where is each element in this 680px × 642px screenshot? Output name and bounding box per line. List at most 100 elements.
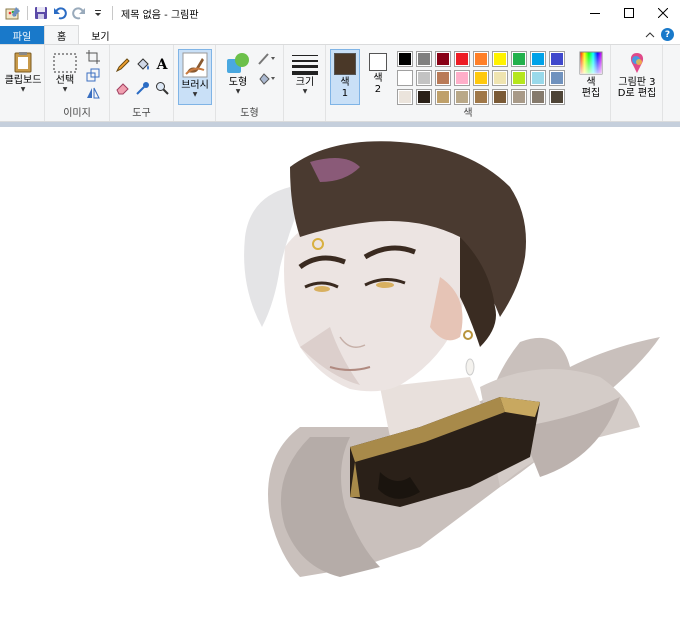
group-tools: A 도구 bbox=[110, 45, 174, 121]
clipboard-button[interactable]: 클립보드 ▼ bbox=[3, 51, 43, 93]
palette-swatch[interactable] bbox=[530, 51, 546, 67]
palette-swatch-color bbox=[512, 52, 526, 66]
collapse-ribbon-icon[interactable] bbox=[645, 31, 655, 39]
tab-home[interactable]: 홈 bbox=[44, 25, 80, 44]
tools-group-label: 도구 bbox=[132, 108, 151, 119]
palette-swatch[interactable] bbox=[416, 70, 432, 86]
palette-swatch[interactable] bbox=[473, 51, 489, 67]
rotate-icon[interactable] bbox=[85, 85, 101, 101]
color-spectrum-icon bbox=[579, 51, 603, 75]
palette-swatch[interactable] bbox=[492, 51, 508, 67]
portrait-drawing bbox=[244, 141, 660, 577]
tab-file[interactable]: 파일 bbox=[0, 26, 44, 44]
edit-colors-button[interactable]: 색 편집 bbox=[573, 51, 609, 99]
palette-swatch-color bbox=[474, 52, 488, 66]
palette-swatch[interactable] bbox=[492, 70, 508, 86]
select-button[interactable]: 선택 ▼ bbox=[49, 53, 81, 93]
palette-swatch[interactable] bbox=[435, 51, 451, 67]
palette-swatch-color bbox=[493, 90, 507, 104]
palette-swatch-color bbox=[474, 71, 488, 85]
paint3d-button[interactable]: 그림판 3 D로 편집 bbox=[613, 51, 661, 99]
palette-swatch[interactable] bbox=[397, 51, 413, 67]
palette-swatch[interactable] bbox=[397, 89, 413, 105]
palette-swatch[interactable] bbox=[454, 70, 470, 86]
palette-swatch-color bbox=[493, 52, 507, 66]
group-shapes: 도형 ▼ 도형 bbox=[216, 45, 284, 121]
drawing-canvas[interactable] bbox=[0, 127, 680, 642]
clipboard-label: 클립보드 bbox=[4, 75, 42, 86]
brushes-button[interactable]: 브러시 ▼ bbox=[178, 49, 212, 105]
clipboard-icon bbox=[14, 52, 32, 73]
palette-swatch[interactable] bbox=[435, 70, 451, 86]
paint-app-icon[interactable] bbox=[4, 4, 22, 22]
palette-swatch[interactable] bbox=[473, 89, 489, 105]
palette-swatch-color bbox=[436, 90, 450, 104]
palette-swatch[interactable] bbox=[492, 89, 508, 105]
colors-group-label: 색 bbox=[463, 108, 473, 119]
magnifier-icon[interactable] bbox=[154, 80, 170, 96]
undo-icon[interactable] bbox=[51, 4, 69, 22]
tab-view[interactable]: 보기 bbox=[79, 26, 121, 44]
palette-swatch[interactable] bbox=[511, 51, 527, 67]
color2-button[interactable]: 색2 bbox=[364, 53, 392, 95]
palette-swatch-color bbox=[455, 52, 469, 66]
color1-label: 색1 bbox=[340, 77, 350, 99]
palette-swatch-color bbox=[550, 90, 564, 104]
select-label: 선택 bbox=[55, 75, 75, 86]
color1-button[interactable]: 색1 bbox=[330, 49, 360, 105]
palette-swatch[interactable] bbox=[397, 70, 413, 86]
size-button[interactable]: 크기 ▼ bbox=[289, 53, 321, 95]
color-palette bbox=[397, 51, 565, 105]
palette-swatch[interactable] bbox=[435, 89, 451, 105]
palette-swatch-color bbox=[436, 52, 450, 66]
palette-swatch[interactable] bbox=[416, 89, 432, 105]
text-icon[interactable]: A bbox=[154, 57, 170, 73]
palette-swatch-color bbox=[512, 71, 526, 85]
palette-swatch[interactable] bbox=[549, 70, 565, 86]
palette-swatch-color bbox=[417, 52, 431, 66]
palette-swatch[interactable] bbox=[454, 51, 470, 67]
palette-swatch[interactable] bbox=[454, 89, 470, 105]
palette-swatch[interactable] bbox=[530, 89, 546, 105]
palette-swatch-color bbox=[493, 71, 507, 85]
pencil-icon[interactable] bbox=[115, 57, 131, 73]
window-controls bbox=[578, 0, 680, 26]
palette-swatch-color bbox=[398, 71, 412, 85]
palette-swatch[interactable] bbox=[416, 51, 432, 67]
palette-swatch[interactable] bbox=[473, 70, 489, 86]
palette-swatch[interactable] bbox=[530, 70, 546, 86]
palette-swatch-color bbox=[398, 52, 412, 66]
chevron-down-icon: ▼ bbox=[302, 88, 308, 95]
maximize-button[interactable] bbox=[612, 0, 646, 26]
chevron-down-icon: ▼ bbox=[20, 86, 26, 93]
resize-icon[interactable] bbox=[85, 67, 101, 83]
fill-icon[interactable] bbox=[258, 71, 278, 87]
crop-icon[interactable] bbox=[85, 49, 101, 65]
save-icon[interactable] bbox=[32, 4, 50, 22]
palette-swatch[interactable] bbox=[549, 89, 565, 105]
group-paint3d: 그림판 3 D로 편집 bbox=[611, 45, 663, 121]
color2-swatch bbox=[369, 53, 387, 71]
outline-icon[interactable] bbox=[258, 51, 278, 67]
help-icon[interactable]: ? bbox=[661, 28, 674, 41]
palette-swatch[interactable] bbox=[511, 89, 527, 105]
minimize-button[interactable] bbox=[578, 0, 612, 26]
palette-swatch-color bbox=[550, 52, 564, 66]
paint3d-label: 그림판 3 D로 편집 bbox=[617, 77, 657, 99]
brushes-label: 브러시 bbox=[181, 80, 209, 91]
color-picker-icon[interactable] bbox=[135, 80, 151, 96]
customize-qa-icon[interactable] bbox=[89, 4, 107, 22]
palette-swatch[interactable] bbox=[511, 70, 527, 86]
palette-swatch[interactable] bbox=[549, 51, 565, 67]
redo-icon[interactable] bbox=[70, 4, 88, 22]
close-button[interactable] bbox=[646, 0, 680, 26]
shapes-button[interactable]: 도형 ▼ bbox=[220, 51, 256, 95]
palette-swatch-color bbox=[474, 90, 488, 104]
color1-swatch bbox=[334, 53, 356, 75]
fill-bucket-icon[interactable] bbox=[135, 57, 151, 73]
tab-right-controls: ? bbox=[645, 28, 674, 41]
palette-swatch-color bbox=[417, 71, 431, 85]
group-clipboard: 클립보드 ▼ bbox=[0, 45, 45, 121]
palette-swatch-color bbox=[455, 90, 469, 104]
eraser-icon[interactable] bbox=[115, 80, 131, 96]
